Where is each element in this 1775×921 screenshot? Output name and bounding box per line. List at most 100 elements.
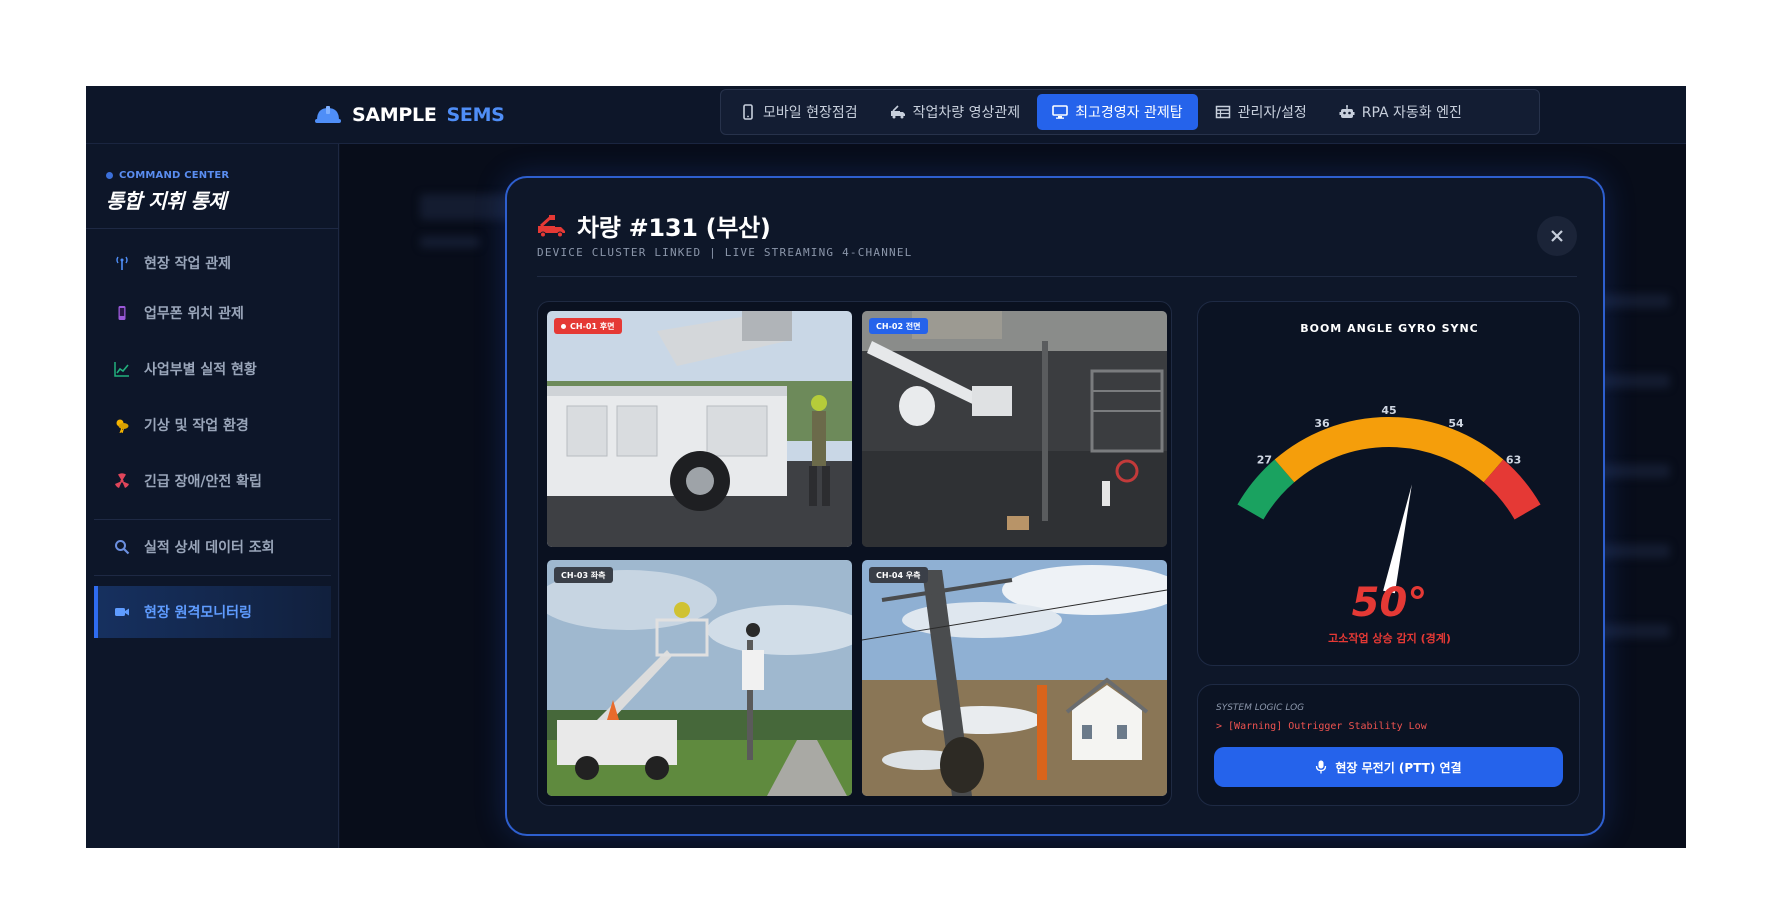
nav-tab-rpa-engine[interactable]: RPA 자동화 엔진	[1324, 94, 1477, 130]
brand-name: SAMPLE	[352, 104, 437, 126]
gauge-band-danger	[1483, 459, 1541, 520]
sidebar-item-label: 긴급 장애/안전 확립	[144, 474, 262, 490]
robot-icon	[1339, 105, 1355, 118]
modal-title: 차량 #131 (부산)	[537, 208, 771, 243]
sidebar-item-field-work[interactable]: 현장 작업 관제	[94, 241, 331, 285]
camera-channel-badge: CH-02 전면	[869, 318, 928, 334]
nav-tab-ceo-control-tower[interactable]: 최고경영자 관제탑	[1037, 94, 1198, 130]
system-log-panel: SYSTEM LOGIC LOG > [Warning] Outrigger S…	[1197, 684, 1580, 806]
mobile-icon	[743, 104, 753, 120]
main-nav: 모바일 현장점검 작업차량 영상관제 최고경영자 관제탑 관리자/설정 RPA …	[720, 89, 1540, 135]
top-bar: SAMPLE SEMS 모바일 현장점검 작업차량 영상관제 최고경영자 관제탑 …	[86, 86, 1686, 144]
camera-feed-image	[862, 311, 1167, 547]
sidebar-item-division-performance[interactable]: 사업부별 실적 현황	[94, 347, 331, 391]
gauge-tick-label: 63	[1506, 453, 1521, 466]
gauge-tick-label: 45	[1381, 404, 1396, 417]
sidebar-divider	[94, 519, 331, 520]
nav-tab-admin-settings[interactable]: 관리자/설정	[1200, 94, 1322, 130]
nav-tab-vehicle-video[interactable]: 작업차량 영상관제	[875, 94, 1036, 130]
sidebar-divider	[94, 575, 331, 576]
brand-logo[interactable]: SAMPLE SEMS	[314, 100, 505, 130]
gauge-value: 50°	[1351, 580, 1428, 626]
camera-feed-ch01[interactable]: CH-01 후면	[547, 311, 852, 547]
log-entry: > [Warning] Outrigger Stability Low	[1216, 721, 1427, 732]
log-title: SYSTEM LOGIC LOG	[1216, 703, 1305, 713]
camera-channel-badge: CH-04 우측	[869, 567, 928, 583]
sidebar-item-phone-location[interactable]: 업무폰 위치 관제	[94, 291, 331, 335]
table-icon	[1215, 105, 1230, 119]
search-icon	[115, 540, 130, 555]
gauge-tick-label: 36	[1314, 417, 1330, 430]
sidebar-divider	[86, 228, 339, 229]
camera-icon	[115, 608, 129, 616]
gauge-tick-label: 27	[1257, 453, 1272, 466]
gauge-needle	[1383, 484, 1412, 594]
chart-icon	[114, 362, 129, 377]
sidebar-item-emergency-safety[interactable]: 긴급 장애/안전 확립	[94, 459, 331, 503]
camera-feed-image	[862, 560, 1167, 796]
camera-channel-badge: CH-03 좌측	[554, 567, 613, 583]
background-placeholder	[420, 236, 480, 248]
modal-title-text: 차량 #131 (부산)	[577, 214, 771, 242]
close-button[interactable]	[1537, 216, 1577, 256]
camera-channel-label: CH-03 좌측	[561, 570, 606, 580]
recording-dot-icon	[561, 323, 566, 329]
sidebar-header: COMMAND CENTER 통합 지휘 통제	[106, 170, 229, 214]
antenna-icon	[116, 256, 128, 270]
sidebar-tag-label: COMMAND CENTER	[119, 170, 230, 181]
hazard-icon	[115, 473, 129, 488]
vehicle-monitor-modal: 차량 #131 (부산) DEVICE CLUSTER LINKED | LIV…	[505, 176, 1605, 836]
camera-feed-ch02[interactable]: CH-02 전면	[862, 311, 1167, 547]
status-dot-icon	[106, 172, 113, 179]
gauge-band-safe	[1237, 459, 1295, 520]
modal-divider	[537, 276, 1577, 277]
nav-tab-label: 관리자/설정	[1237, 105, 1307, 121]
nav-tab-label: 작업차량 영상관제	[912, 105, 1021, 121]
nav-tab-label: 모바일 현장점검	[763, 105, 858, 121]
nav-tab-label: RPA 자동화 엔진	[1361, 105, 1462, 121]
phone-icon	[118, 306, 126, 320]
camera-channel-label: CH-01 후면	[570, 321, 615, 331]
weather-icon	[116, 419, 129, 433]
camera-channel-label: CH-02 전면	[876, 321, 921, 331]
camera-channel-badge: CH-01 후면	[554, 318, 622, 334]
gauge-band-caution	[1274, 417, 1504, 483]
ptt-connect-button[interactable]: 현장 무전기 (PTT) 연결	[1214, 747, 1563, 787]
microphone-icon	[1316, 760, 1327, 774]
ptt-button-label: 현장 무전기 (PTT) 연결	[1335, 760, 1462, 775]
brand-name-accent: SEMS	[446, 104, 505, 126]
nav-tab-label: 최고경영자 관제탑	[1075, 105, 1183, 121]
sidebar-item-label: 실적 상세 데이터 조회	[144, 540, 275, 556]
truck-icon	[890, 105, 905, 119]
gauge-arc	[1237, 417, 1541, 520]
sidebar-item-label: 현장 작업 관제	[144, 256, 232, 272]
close-icon	[1551, 230, 1563, 242]
monitor-icon	[1052, 105, 1068, 119]
gauge-status: 고소작업 상승 감지 (경계)	[1328, 632, 1451, 645]
boom-angle-gauge: 27 36 45 54 63	[1237, 404, 1541, 594]
camera-feed-ch03[interactable]: CH-03 좌측	[547, 560, 852, 796]
app-window: SAMPLE SEMS 모바일 현장점검 작업차량 영상관제 최고경영자 관제탑 …	[86, 86, 1686, 848]
gauge-title: BOOM ANGLE GYRO SYNC	[1300, 322, 1479, 335]
bucket-truck-icon	[538, 214, 565, 237]
gauge-tick-label: 54	[1448, 417, 1464, 430]
sidebar: COMMAND CENTER 통합 지휘 통제 현장 작업 관제 업무폰 위치 …	[86, 144, 339, 848]
sidebar-item-weather-environment[interactable]: 기상 및 작업 환경	[94, 403, 331, 447]
boom-angle-panel: BOOM ANGLE GYRO SYNC 27 36 45 54 63 50° 고소작업…	[1197, 301, 1580, 666]
nav-tab-mobile-inspection[interactable]: 모바일 현장점검	[725, 94, 873, 130]
sidebar-item-remote-monitoring[interactable]: 현장 원격모니터링	[94, 586, 331, 638]
camera-grid: CH-01 후면 CH-02 전면 CH-03 좌측 CH-04 우측	[537, 301, 1172, 806]
camera-feed-image	[547, 311, 852, 547]
helmet-icon	[315, 106, 341, 123]
sidebar-item-label: 기상 및 작업 환경	[144, 418, 249, 434]
camera-feed-ch04[interactable]: CH-04 우측	[862, 560, 1167, 796]
sidebar-item-label: 현장 원격모니터링	[144, 605, 252, 621]
sidebar-item-performance-detail-search[interactable]: 실적 상세 데이터 조회	[94, 525, 331, 569]
sidebar-tag: COMMAND CENTER	[106, 170, 229, 181]
sidebar-item-label: 업무폰 위치 관제	[144, 306, 244, 322]
camera-feed-image	[547, 560, 852, 796]
modal-subtitle: DEVICE CLUSTER LINKED | LIVE STREAMING 4…	[537, 246, 913, 259]
camera-channel-label: CH-04 우측	[876, 570, 921, 580]
sidebar-item-label: 사업부별 실적 현황	[144, 362, 257, 378]
sidebar-title: 통합 지휘 통제	[106, 189, 227, 213]
